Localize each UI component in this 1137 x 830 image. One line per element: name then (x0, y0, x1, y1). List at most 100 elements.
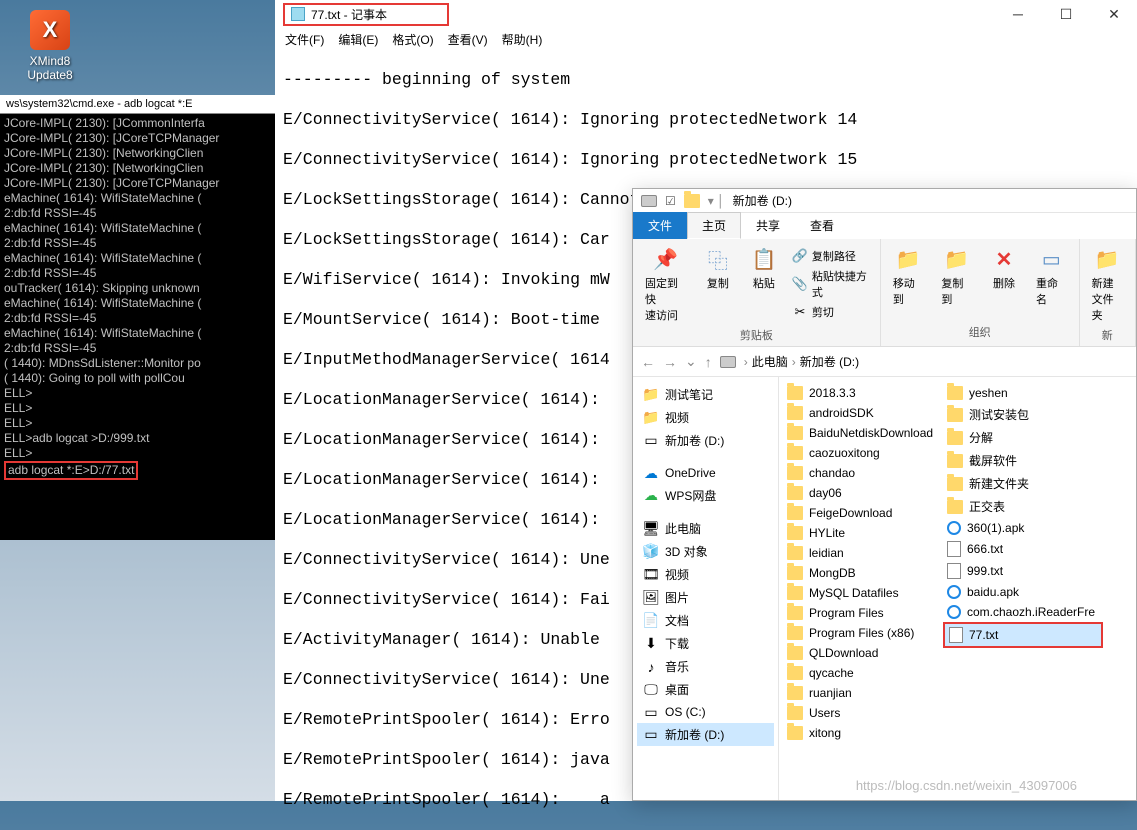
file-item[interactable]: 999.txt (943, 560, 1103, 582)
file-item[interactable]: BaiduNetdiskDownload (783, 423, 943, 443)
folder-icon (787, 626, 803, 640)
close-button[interactable]: ✕ (1099, 6, 1129, 23)
newfolder-button[interactable]: 📁新建 文件夹 (1088, 243, 1127, 325)
breadcrumb[interactable]: ›此电脑 ›新加卷 (D:) (744, 353, 859, 370)
new-group-label: 新 (1088, 325, 1127, 345)
pin-button[interactable]: 📌固定到快 速访问 (641, 243, 690, 325)
folder-icon (787, 566, 803, 580)
recent-button[interactable]: ⌄ (685, 353, 697, 370)
paste-button[interactable]: 📋粘贴 (746, 243, 782, 325)
file-item[interactable]: Program Files (783, 603, 943, 623)
file-item[interactable]: 77.txt (943, 622, 1103, 648)
file-item[interactable]: androidSDK (783, 403, 943, 423)
file-item[interactable]: MySQL Datafiles (783, 583, 943, 603)
tree-item[interactable]: ▭新加卷 (D:) (637, 429, 774, 452)
drive-icon (720, 356, 736, 368)
file-item[interactable]: caozuoxitong (783, 443, 943, 463)
explorer-titlebar[interactable]: ☑ ▾ │ 新加卷 (D:) (633, 189, 1136, 213)
rename-button[interactable]: ▭重命名 (1032, 243, 1071, 322)
menu-item[interactable]: 查看(V) (448, 31, 488, 48)
file-item[interactable]: 测试安装包 (943, 403, 1103, 426)
folder-icon (787, 506, 803, 520)
file-item[interactable]: day06 (783, 483, 943, 503)
explorer-ribbon: 📌固定到快 速访问 ⿻复制 📋粘贴 🔗复制路径 📎粘贴快捷方式 ✂剪切 剪贴板 … (633, 239, 1136, 347)
file-item[interactable]: baidu.apk (943, 582, 1103, 602)
tree-item[interactable]: 🖥此电脑 (637, 517, 774, 540)
file-item[interactable]: 截屏软件 (943, 449, 1103, 472)
notepad-titlebar[interactable]: 77.txt - 记事本 ─ ☐ ✕ (275, 0, 1137, 28)
tab-share[interactable]: 共享 (741, 212, 795, 239)
file-item[interactable]: QLDownload (783, 643, 943, 663)
folder-icon (787, 386, 803, 400)
file-icon (947, 541, 961, 557)
cmd-body[interactable]: JCore-IMPL( 2130): [JCommonInterfaJCore-… (0, 114, 275, 482)
file-item[interactable]: 360(1).apk (943, 518, 1103, 538)
tab-home[interactable]: 主页 (687, 212, 741, 239)
folder-icon (787, 666, 803, 680)
tree-item[interactable]: 🎞视频 (637, 563, 774, 586)
tree-item[interactable]: ☁WPS网盘 (637, 484, 774, 507)
tree-item[interactable]: 🖼图片 (637, 586, 774, 609)
organize-group-label: 组织 (889, 322, 1071, 342)
explorer-body: 📁测试笔记📁视频▭新加卷 (D:)☁OneDrive☁WPS网盘🖥此电脑🧊3D … (633, 377, 1136, 800)
tree-item[interactable]: ▭OS (C:) (637, 701, 774, 723)
file-item[interactable]: 正交表 (943, 495, 1103, 518)
copyto-button[interactable]: 📁复制到 (937, 243, 976, 322)
tree-item[interactable]: 🖵桌面 (637, 678, 774, 701)
explorer-tree[interactable]: 📁测试笔记📁视频▭新加卷 (D:)☁OneDrive☁WPS网盘🖥此电脑🧊3D … (633, 377, 779, 800)
notepad-menubar: 文件(F) 编辑(E) 格式(O) 查看(V) 帮助(H) (275, 28, 1137, 50)
menu-item[interactable]: 格式(O) (392, 31, 433, 48)
folder-icon (947, 386, 963, 400)
menu-item[interactable]: 编辑(E) (338, 31, 378, 48)
file-item[interactable]: chandao (783, 463, 943, 483)
maximize-button[interactable]: ☐ (1051, 6, 1081, 23)
file-item[interactable]: 666.txt (943, 538, 1103, 560)
file-item[interactable]: FeigeDownload (783, 503, 943, 523)
menu-item[interactable]: 文件(F) (285, 31, 324, 48)
minimize-button[interactable]: ─ (1003, 6, 1033, 23)
up-button[interactable]: ↑ (705, 354, 712, 370)
cmd-window[interactable]: ws\system32\cmd.exe - adb logcat *:E JCo… (0, 95, 275, 540)
tree-item[interactable]: ▭新加卷 (D:) (637, 723, 774, 746)
menu-item[interactable]: 帮助(H) (502, 31, 543, 48)
file-item[interactable]: Program Files (x86) (783, 623, 943, 643)
tree-item[interactable]: ♪音乐 (637, 655, 774, 678)
desktop-icon-xmind[interactable]: XMind8 Update8 (20, 10, 80, 82)
moveto-button[interactable]: 📁移动到 (889, 243, 928, 322)
tree-item[interactable]: 📁测试笔记 (637, 383, 774, 406)
file-item[interactable]: ruanjian (783, 683, 943, 703)
file-item[interactable]: leidian (783, 543, 943, 563)
explorer-addressbar[interactable]: ← → ⌄ ↑ ›此电脑 ›新加卷 (D:) (633, 347, 1136, 377)
explorer-files[interactable]: 2018.3.3androidSDKBaiduNetdiskDownloadca… (779, 377, 1136, 800)
tree-item[interactable]: 📁视频 (637, 406, 774, 429)
tab-file[interactable]: 文件 (633, 212, 687, 239)
file-item[interactable]: HYLite (783, 523, 943, 543)
folder-icon (787, 686, 803, 700)
file-item[interactable]: xitong (783, 723, 943, 743)
file-item[interactable]: Users (783, 703, 943, 723)
copypath-button[interactable]: 🔗复制路径 (792, 247, 872, 265)
desktop-icon-label: XMind8 Update8 (20, 54, 80, 82)
folder-icon (787, 466, 803, 480)
tree-item[interactable]: 🧊3D 对象 (637, 540, 774, 563)
file-item[interactable]: 2018.3.3 (783, 383, 943, 403)
back-button[interactable]: ← (641, 354, 655, 370)
tree-item[interactable]: 📄文档 (637, 609, 774, 632)
copy-button[interactable]: ⿻复制 (700, 243, 736, 325)
forward-button[interactable]: → (663, 354, 677, 370)
folder-icon (787, 546, 803, 560)
pasteshortcut-button[interactable]: 📎粘贴快捷方式 (792, 267, 872, 301)
cut-button[interactable]: ✂剪切 (792, 303, 872, 321)
file-item[interactable]: qycache (783, 663, 943, 683)
file-item[interactable]: yeshen (943, 383, 1103, 403)
delete-button[interactable]: ✕删除 (986, 243, 1022, 322)
watermark: https://blog.csdn.net/weixin_43097006 (856, 778, 1077, 793)
tab-view[interactable]: 查看 (795, 212, 849, 239)
file-item[interactable]: 新建文件夹 (943, 472, 1103, 495)
file-item[interactable]: MongDB (783, 563, 943, 583)
tree-item[interactable]: ☁OneDrive (637, 462, 774, 484)
file-item[interactable]: 分解 (943, 426, 1103, 449)
explorer-window[interactable]: ☑ ▾ │ 新加卷 (D:) 文件 主页 共享 查看 📌固定到快 速访问 ⿻复制… (632, 188, 1137, 801)
tree-item[interactable]: ⬇下载 (637, 632, 774, 655)
file-item[interactable]: com.chaozh.iReaderFre (943, 602, 1103, 622)
